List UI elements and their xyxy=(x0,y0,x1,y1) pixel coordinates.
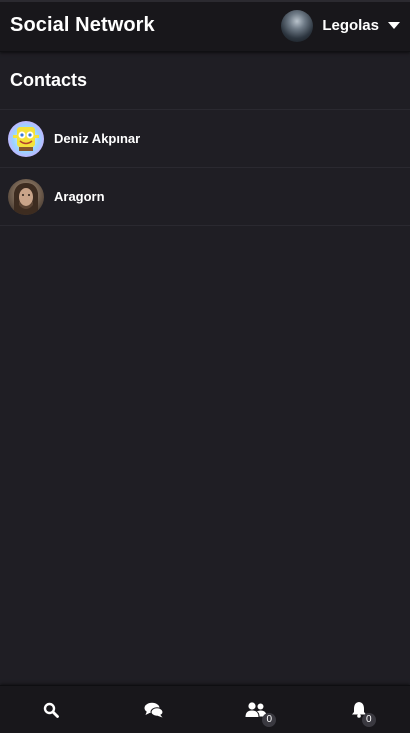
nav-search-button[interactable] xyxy=(0,686,103,733)
notifications-badge: 0 xyxy=(361,712,376,727)
contacts-header: Contacts xyxy=(0,52,410,110)
aragorn-avatar[interactable] xyxy=(8,178,44,215)
bottom-nav: 0 0 xyxy=(0,685,410,733)
chat-icon xyxy=(144,702,164,717)
contact-item-aragorn[interactable]: Aragorn xyxy=(0,168,410,226)
nav-messages-button[interactable] xyxy=(103,686,206,733)
caret-down-icon[interactable] xyxy=(388,22,400,29)
contact-list: Deniz Akpınar Aragorn xyxy=(0,110,410,226)
search-icon xyxy=(44,702,60,718)
spongebob-avatar[interactable] xyxy=(8,120,44,157)
contact-name[interactable]: Deniz Akpınar xyxy=(54,131,140,146)
contact-item-deniz[interactable]: Deniz Akpınar xyxy=(0,110,410,168)
nav-friends-button[interactable]: 0 xyxy=(205,686,308,733)
user-avatar[interactable] xyxy=(281,9,314,42)
nav-notifications-button[interactable]: 0 xyxy=(308,686,410,733)
app-title[interactable]: Social Network xyxy=(10,14,155,37)
friends-badge: 0 xyxy=(262,712,277,727)
top-bar: Social Network Legolas xyxy=(0,0,410,52)
contact-name[interactable]: Aragorn xyxy=(54,189,105,204)
contacts-title: Contacts xyxy=(10,70,88,90)
user-menu[interactable]: Legolas xyxy=(281,9,400,42)
user-name[interactable]: Legolas xyxy=(322,17,379,34)
